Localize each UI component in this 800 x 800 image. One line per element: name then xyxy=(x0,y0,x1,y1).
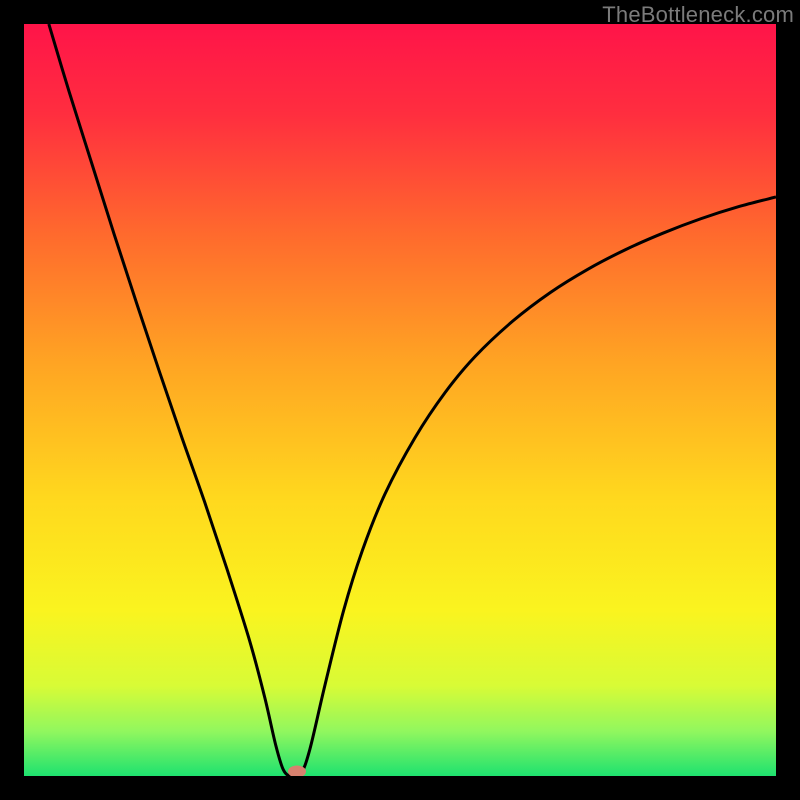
bottleneck-chart xyxy=(24,24,776,776)
watermark-text: TheBottleneck.com xyxy=(602,2,794,28)
gradient-background xyxy=(24,24,776,776)
chart-frame xyxy=(24,24,776,776)
